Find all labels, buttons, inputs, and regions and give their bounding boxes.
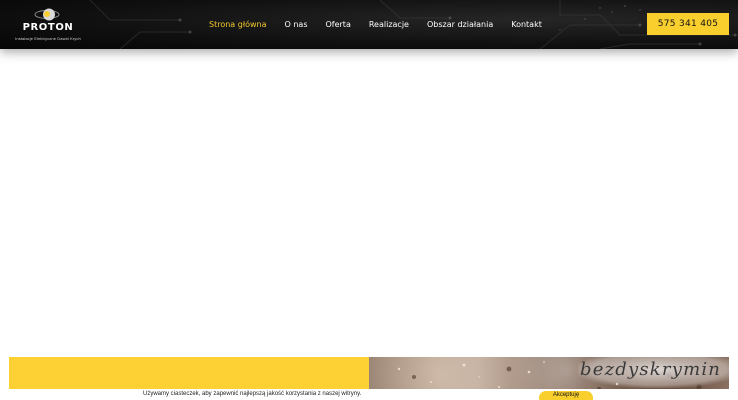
nav-item-offer[interactable]: Oferta bbox=[325, 20, 350, 29]
nav-item-home[interactable]: Strona główna bbox=[209, 20, 267, 29]
nav-item-projects[interactable]: Realizacje bbox=[369, 20, 409, 29]
main-nav: Strona główna O nas Oferta Realizacje Ob… bbox=[200, 0, 551, 49]
cookie-message: Używamy ciasteczek, aby zapewnić najleps… bbox=[143, 391, 362, 397]
nav-item-about[interactable]: O nas bbox=[285, 20, 308, 29]
cookie-bar: Używamy ciasteczek, aby zapewnić najleps… bbox=[0, 389, 738, 400]
site-header: PROTON Instalacje Elektryczne Dawid Kryc… bbox=[0, 0, 738, 49]
page: PROTON Instalacje Elektryczne Dawid Kryc… bbox=[0, 0, 738, 400]
logo[interactable]: PROTON Instalacje Elektryczne Dawid Kryc… bbox=[8, 6, 88, 44]
logo-tagline: Instalacje Elektryczne Dawid Krych bbox=[15, 36, 81, 41]
nav-item-contact[interactable]: Kontakt bbox=[511, 20, 542, 29]
watermark: bezdyskrymin bbox=[578, 351, 738, 388]
phone-button[interactable]: 575 341 405 bbox=[647, 13, 729, 35]
cookie-accept-button[interactable]: Akceptuję bbox=[539, 391, 593, 400]
nav-item-service-area[interactable]: Obszar działania bbox=[427, 20, 493, 29]
watermark-text: bezdyskrymin bbox=[580, 359, 722, 380]
logo-name: PROTON bbox=[22, 22, 74, 33]
proton-logo-icon bbox=[34, 8, 60, 21]
